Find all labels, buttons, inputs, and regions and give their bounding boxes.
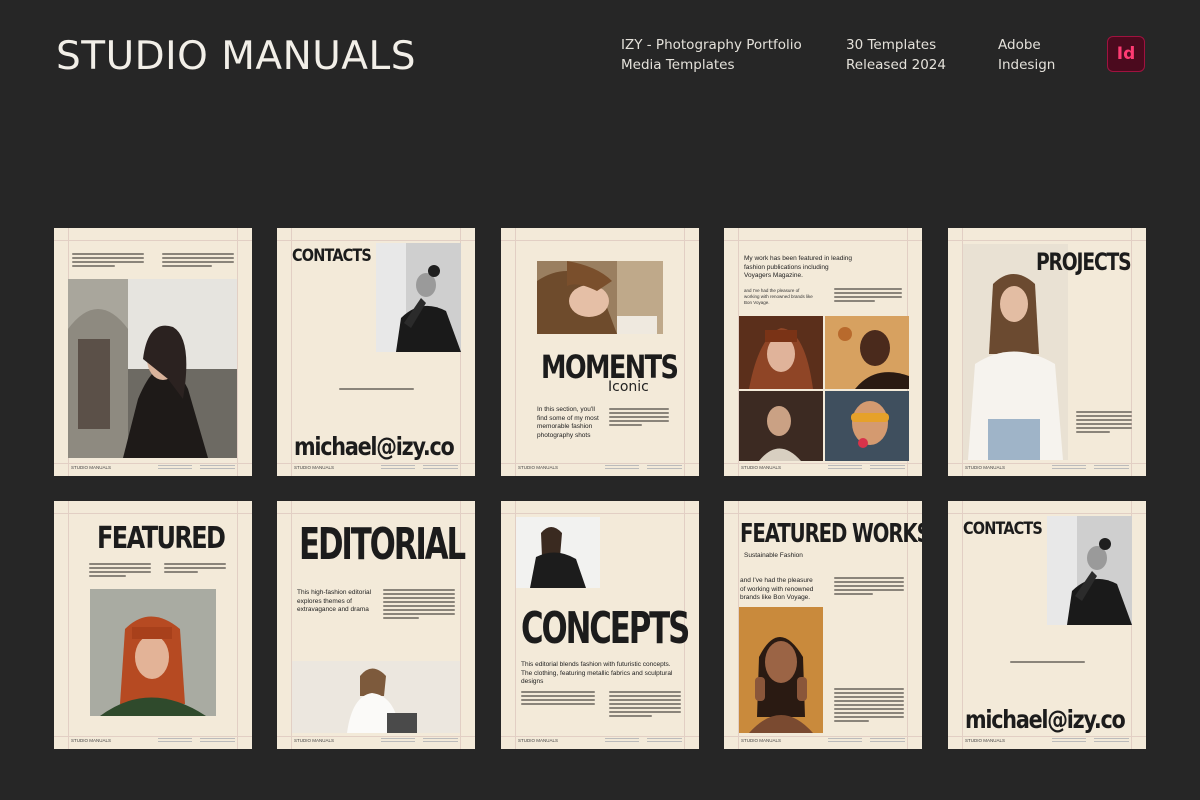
projects-title: PROJECTS	[1036, 248, 1132, 276]
moments-description: In this section, you'll find some of my …	[537, 406, 599, 439]
card-footer: STUDIO MANUALS	[518, 736, 682, 744]
concepts-description: This editorial blends fashion with futur…	[521, 661, 673, 685]
featured-works-photo	[739, 607, 823, 733]
card-footer: STUDIO MANUALS	[965, 736, 1129, 744]
template-card-editorial[interactable]: EDITORIAL This high-fashion editorial ex…	[277, 501, 475, 749]
featured-text-left	[89, 563, 151, 579]
editorial-side-text	[383, 589, 455, 621]
publications-intro: My work has been featured in leading fas…	[744, 255, 853, 279]
featured-title: FEATURED	[97, 521, 226, 556]
template-card-projects[interactable]: PROJECTS STUDIO MANUALS	[948, 228, 1146, 476]
card-footer: STUDIO MANUALS	[294, 736, 458, 744]
portrait-photo	[68, 279, 237, 458]
product-info: IZY - Photography Portfolio Media Templa…	[621, 35, 802, 75]
grid-photo-2	[825, 316, 909, 389]
editorial-description: This high-fashion editorial explores the…	[297, 589, 372, 613]
featured-text-right	[164, 563, 226, 575]
product-line1: IZY - Photography Portfolio	[621, 37, 802, 53]
count-line1: 30 Templates	[846, 37, 937, 53]
featured-photo	[90, 589, 216, 716]
projects-description	[1076, 411, 1132, 435]
template-card-concepts[interactable]: CONCEPTS This editorial blends fashion w…	[501, 501, 699, 749]
moments-side-text	[609, 408, 669, 428]
publications-side-text	[834, 288, 902, 304]
projects-photo	[963, 244, 1068, 460]
product-line2: Media Templates	[621, 57, 735, 73]
app-info: Adobe Indesign	[998, 35, 1055, 75]
concepts-title: CONCEPTS	[521, 603, 690, 654]
publications-body: and I've had the pleasure of working wit…	[744, 288, 813, 305]
template-card-featured-works[interactable]: FEATURED WORKS Sustainable Fashion and I…	[724, 501, 922, 749]
featured-works-title: FEATURED WORKS	[740, 519, 922, 549]
social-handles	[339, 388, 414, 392]
featured-works-caption	[834, 688, 904, 724]
grid-photo-1	[739, 316, 823, 389]
intro-text-right	[162, 253, 234, 269]
template-count-info: 30 Templates Released 2024	[846, 35, 946, 75]
indesign-icon: Id	[1107, 36, 1145, 72]
indesign-badge-label: Id	[1116, 44, 1136, 64]
concepts-photo	[516, 517, 600, 588]
moments-subtitle: Iconic	[608, 379, 649, 395]
card-footer: STUDIO MANUALS	[741, 736, 905, 744]
featured-works-subtitle: Sustainable Fashion	[744, 552, 803, 559]
template-card-contacts-alt[interactable]: CONTACTS michael@izy.co STUDIO MANUALS	[948, 501, 1146, 749]
editorial-title: EDITORIAL	[299, 519, 466, 570]
card-footer: STUDIO MANUALS	[741, 463, 905, 471]
concepts-text-right	[609, 691, 681, 719]
card-footer: STUDIO MANUALS	[71, 736, 235, 744]
contact-alt-portrait	[1047, 516, 1132, 625]
card-footer: STUDIO MANUALS	[294, 463, 458, 471]
concepts-text-left	[521, 691, 595, 707]
social-handles-alt	[1010, 661, 1085, 665]
editorial-photo	[292, 661, 460, 733]
grid-photo-3	[739, 391, 823, 461]
card-footer: STUDIO MANUALS	[965, 463, 1129, 471]
contacts-alt-title: CONTACTS	[963, 519, 1043, 539]
app-line1: Adobe	[998, 37, 1041, 53]
contact-alt-email[interactable]: michael@izy.co	[965, 705, 1126, 734]
card-footer: STUDIO MANUALS	[518, 463, 682, 471]
template-card-publications[interactable]: My work has been featured in leading fas…	[724, 228, 922, 476]
intro-text-left	[72, 253, 144, 269]
contact-portrait	[376, 243, 461, 352]
card-footer: STUDIO MANUALS	[71, 463, 235, 471]
template-card-moments[interactable]: MOMENTS Iconic In this section, you'll f…	[501, 228, 699, 476]
template-card-featured[interactable]: FEATURED STUDIO MANUALS	[54, 501, 252, 749]
contacts-title: CONTACTS	[292, 246, 372, 266]
featured-works-body: and I've had the pleasure of working wit…	[740, 577, 814, 601]
template-card-contacts[interactable]: CONTACTS michael@izy.co STUDIO MANUALS	[277, 228, 475, 476]
app-line2: Indesign	[998, 57, 1056, 73]
contact-email[interactable]: michael@izy.co	[294, 432, 455, 461]
moments-photo	[537, 261, 663, 334]
grid-photo-4	[825, 391, 909, 461]
featured-works-side-text	[834, 577, 904, 597]
count-line2: Released 2024	[846, 57, 946, 73]
template-card-intro[interactable]: STUDIO MANUALS	[54, 228, 252, 476]
brand-title: STUDIO MANUALS	[56, 34, 416, 79]
